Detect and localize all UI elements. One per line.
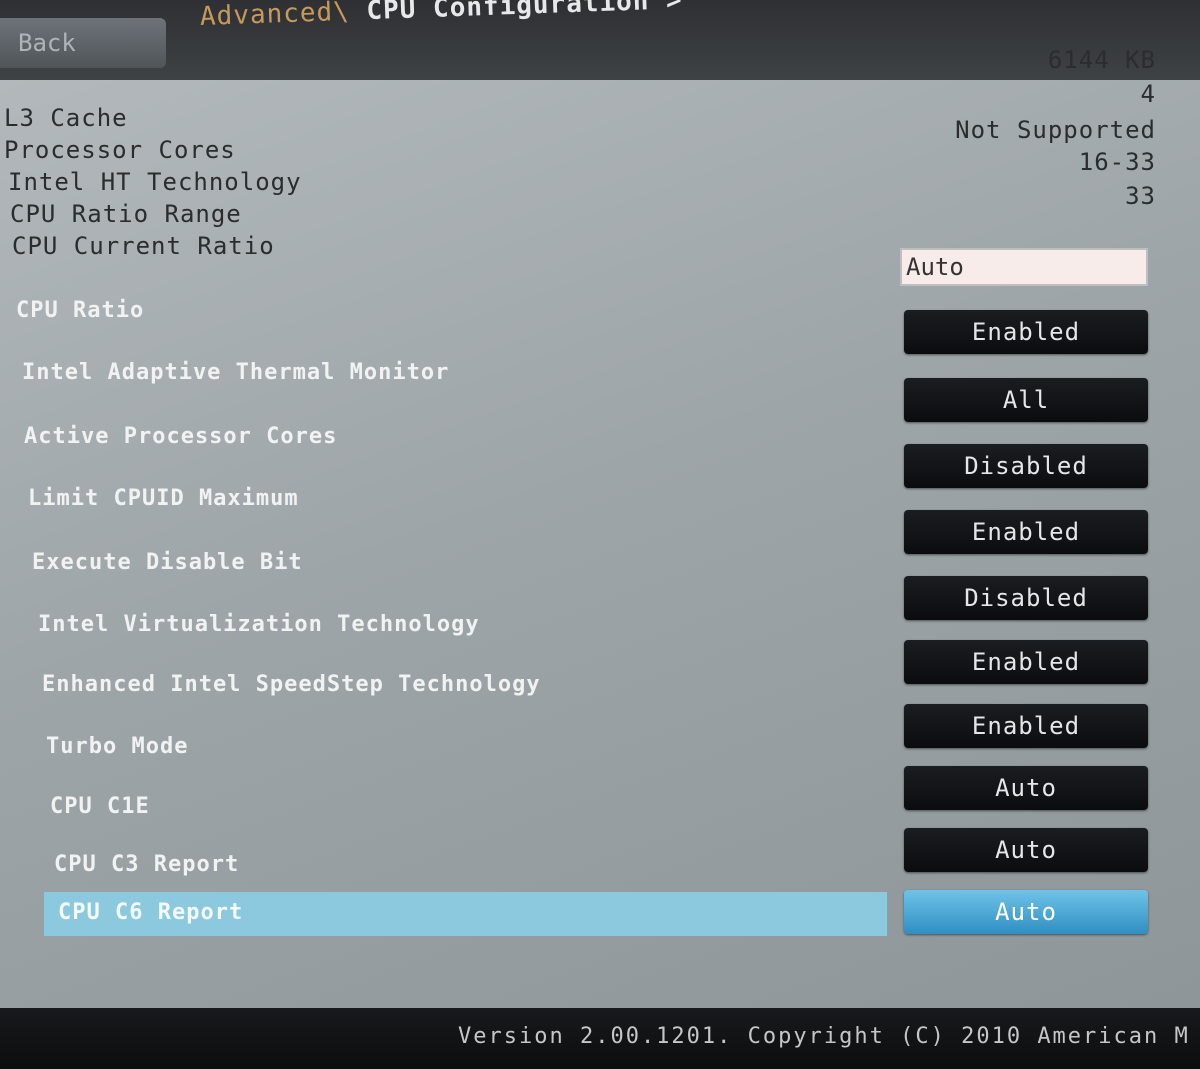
setting-label-turbo-mode: Turbo Mode [46,734,189,759]
info-value-cpu-ratio-range: 16-33 [1078,148,1156,176]
back-button[interactable]: Back [0,18,166,68]
info-value-ht-technology: Not Supported [955,116,1156,144]
version-text: Version 2.00.1201. Copyright (C) 2010 Am… [458,1024,1190,1049]
info-label-l3-cache: L3 Cache [4,104,128,132]
setting-value-cpu-c3-report[interactable]: Auto [904,828,1148,872]
info-value-cpu-current-ratio: 33 [1125,182,1156,210]
setting-value-cpu-c6-report[interactable]: Auto [904,890,1148,934]
setting-label-execute-disable-bit: Execute Disable Bit [32,550,303,575]
info-label-cpu-ratio-range: CPU Ratio Range [10,200,242,228]
setting-value-turbo-mode[interactable]: Enabled [904,704,1148,748]
setting-value-limit-cpuid-maximum[interactable]: Disabled [904,444,1148,488]
footer-bar: Version 2.00.1201. Copyright (C) 2010 Am… [0,1008,1200,1069]
setting-value-cpu-c1e[interactable]: Auto [904,766,1148,810]
setting-value-active-processor-cores[interactable]: All [904,378,1148,422]
info-label-processor-cores: Processor Cores [4,136,236,164]
top-bar: Back Advanced\ CPU Configuration > [0,0,1200,80]
setting-label-adaptive-thermal-monitor: Intel Adaptive Thermal Monitor [22,360,450,385]
setting-label-active-processor-cores: Active Processor Cores [24,424,338,449]
breadcrumb-current: CPU Configuration > [365,0,684,27]
setting-label-cpu-c3-report: CPU C3 Report [54,852,240,877]
info-label-cpu-current-ratio: CPU Current Ratio [12,232,275,260]
breadcrumb-parent[interactable]: Advanced\ [199,0,350,32]
cpu-ratio-input[interactable]: Auto [900,248,1148,286]
cpu-ratio-label: CPU Ratio [16,298,145,323]
breadcrumb: Advanced\ CPU Configuration > [199,0,683,32]
setting-label-cpu-c1e: CPU C1E [50,794,150,819]
setting-value-adaptive-thermal-monitor[interactable]: Enabled [904,310,1148,354]
info-value-processor-cores: 4 [1140,80,1156,108]
setting-label-limit-cpuid-maximum: Limit CPUID Maximum [28,486,299,511]
setting-label-cpu-c6-report: CPU C6 Report [58,900,244,925]
settings-panel: L3 Cache Processor Cores Intel HT Techno… [0,46,1200,1008]
info-value-l3-cache: 6144 KB [1047,46,1156,74]
info-label-ht-technology: Intel HT Technology [8,168,302,196]
setting-label-speedstep-technology: Enhanced Intel SpeedStep Technology [42,672,541,697]
setting-value-speedstep-technology[interactable]: Enabled [904,640,1148,684]
selected-row-highlight[interactable]: CPU C6 Report [44,892,887,936]
setting-label-virtualization-technology: Intel Virtualization Technology [38,612,480,637]
setting-value-virtualization-technology[interactable]: Disabled [904,576,1148,620]
setting-value-execute-disable-bit[interactable]: Enabled [904,510,1148,554]
